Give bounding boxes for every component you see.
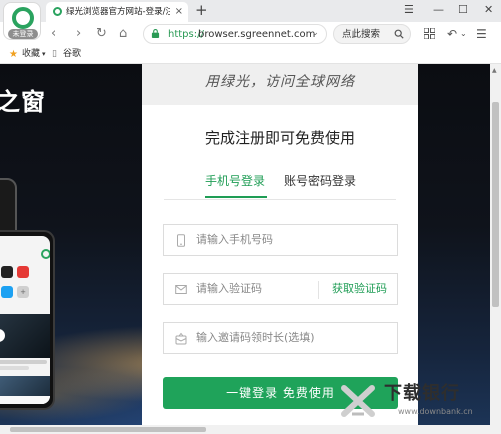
app-tile-icon xyxy=(17,266,29,278)
phone-dock xyxy=(0,396,50,404)
phone-mockup: A + xyxy=(0,230,55,410)
invite-code-field[interactable]: 输入邀请码领时长(选填) xyxy=(163,322,398,354)
slogan-banner: 用绿光，访问全球网络 xyxy=(142,64,418,105)
bookmark-favorites[interactable]: 收藏 xyxy=(22,48,40,61)
reload-button[interactable]: ↻ xyxy=(96,25,107,43)
scrollbar-thumb[interactable] xyxy=(492,102,499,307)
active-tab-indicator xyxy=(205,196,267,198)
phone-placeholder: 请输入手机号码 xyxy=(196,233,273,246)
phone-icon xyxy=(177,234,185,247)
tab-bar: 绿光浏览器官方网站-登录/注册 × + ☰ — ☐ ✕ xyxy=(0,0,501,22)
watermark-url: www.downbank.cn xyxy=(398,407,473,416)
caption-line xyxy=(0,360,47,364)
phone-screen: A + xyxy=(0,236,50,404)
phone-field[interactable]: 请输入手机号码 xyxy=(163,224,398,256)
tab-close-icon[interactable]: × xyxy=(175,5,183,19)
new-tab-button[interactable]: + xyxy=(195,2,208,18)
star-icon: ★ xyxy=(9,49,18,60)
search-placeholder: 点此搜索 xyxy=(342,29,381,40)
bookmark-bar: ★ 收藏 ▾ ▯ 谷歌 xyxy=(0,46,501,64)
tab-phone-login[interactable]: 手机号登录 xyxy=(205,172,265,190)
video-thumbnail xyxy=(0,376,50,396)
menu-icon[interactable]: ☰ xyxy=(404,3,414,17)
get-code-button[interactable]: 获取验证码 xyxy=(332,281,387,297)
mail-icon xyxy=(175,285,187,294)
back-button[interactable]: ‹ xyxy=(51,25,56,43)
site-favicon-icon xyxy=(53,7,62,16)
lock-icon xyxy=(151,29,160,38)
video-thumbnail xyxy=(0,314,50,358)
page-icon: ▯ xyxy=(52,49,57,59)
brand-logo-icon xyxy=(12,7,34,29)
watermark: 下载银行 www.downbank.cn xyxy=(340,380,490,422)
url-text: browser.sgreennet.com xyxy=(198,29,316,40)
login-tabs: 手机号登录 账号密码登录 xyxy=(142,172,418,198)
caption-line xyxy=(0,366,29,370)
tab-title: 绿光浏览器官方网站-登录/注册 xyxy=(66,7,170,17)
card-title: 完成注册即可免费使用 xyxy=(204,129,355,147)
address-bar[interactable]: https:// browser.sgreennet.com ⌄ xyxy=(143,24,327,44)
login-status-badge: 未登录 xyxy=(8,29,38,39)
hero-heading: 之窗 xyxy=(0,88,46,116)
browser-tab[interactable]: 绿光浏览器官方网站-登录/注册 × xyxy=(46,2,188,22)
page-viewport: 之窗 A + 用绿光，访问全球网络 完成注册即可免费使用 手机号登录 账号密码 xyxy=(0,64,490,425)
maximize-button[interactable]: ☐ xyxy=(458,3,468,17)
minimize-button[interactable]: — xyxy=(433,3,444,17)
chevron-down-icon[interactable]: ▾ xyxy=(42,48,46,61)
slogan-text: 用绿光，访问全球网络 xyxy=(205,74,355,90)
search-input[interactable]: 点此搜索 xyxy=(333,24,411,44)
scroll-up-icon[interactable]: ▲ xyxy=(492,67,497,74)
search-icon[interactable] xyxy=(394,29,404,39)
tab-account-login[interactable]: 账号密码登录 xyxy=(284,172,356,190)
navigation-bar: ‹ › ↻ ⌂ https:// browser.sgreennet.com ⌄… xyxy=(0,22,501,46)
settings-menu-icon[interactable]: ☰ xyxy=(476,26,487,42)
close-window-button[interactable]: ✕ xyxy=(484,3,493,17)
code-placeholder: 请输入验证码 xyxy=(196,282,262,295)
watermark-logo-icon xyxy=(341,385,375,417)
home-button[interactable]: ⌂ xyxy=(119,25,127,43)
vertical-scrollbar[interactable]: ▲ xyxy=(490,64,501,425)
scrollbar-thumb[interactable] xyxy=(10,427,206,432)
chevron-down-icon[interactable]: ⌄ xyxy=(460,26,467,42)
forward-button[interactable]: › xyxy=(76,25,81,43)
horizontal-scrollbar[interactable] xyxy=(0,425,501,434)
brand-logo-icon xyxy=(41,249,50,259)
watermark-title: 下载银行 xyxy=(384,383,460,404)
undo-icon[interactable]: ↶ xyxy=(447,26,457,42)
gift-icon xyxy=(175,332,187,345)
chevron-down-icon[interactable]: ⌄ xyxy=(311,28,319,38)
tabs-divider xyxy=(164,199,396,200)
bookmark-google[interactable]: 谷歌 xyxy=(63,48,81,61)
login-card: 用绿光，访问全球网络 完成注册即可免费使用 手机号登录 账号密码登录 请输入手机… xyxy=(142,64,418,425)
invite-placeholder: 输入邀请码领时长(选填) xyxy=(196,331,315,344)
code-field[interactable]: 请输入验证码 获取验证码 xyxy=(163,273,398,305)
apps-grid-icon[interactable] xyxy=(424,28,435,39)
field-separator xyxy=(318,281,319,299)
profile-avatar[interactable]: 未登录 xyxy=(3,2,41,40)
app-tile-icon xyxy=(1,286,13,298)
add-tile-icon: + xyxy=(17,286,29,298)
app-tile-icon xyxy=(1,266,13,278)
